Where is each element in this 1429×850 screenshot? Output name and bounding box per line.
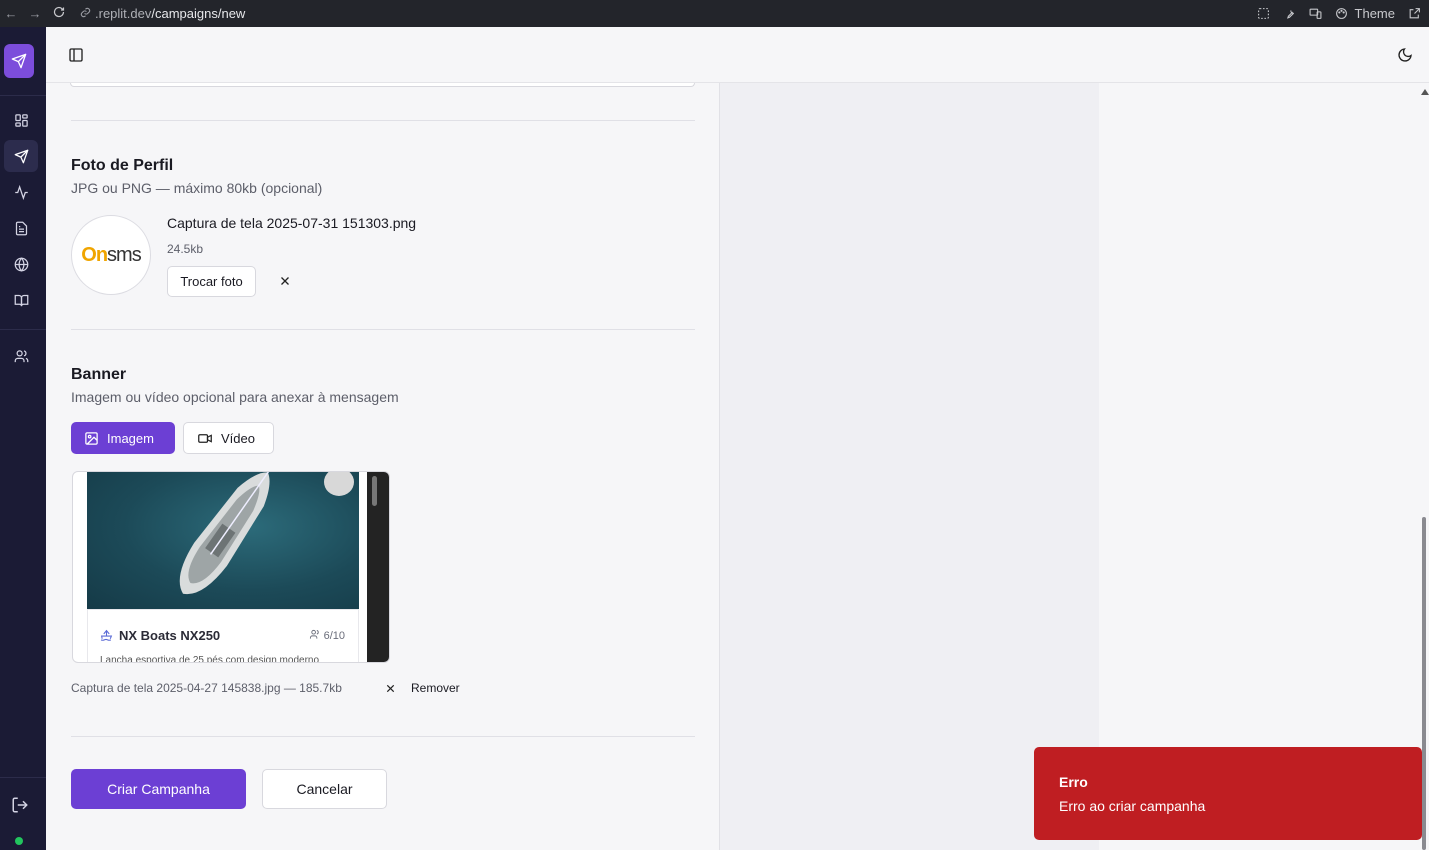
section-divider xyxy=(71,120,695,121)
profile-photo-title: Foto de Perfil xyxy=(71,157,174,174)
sidebar-item-documents[interactable] xyxy=(4,212,38,244)
remove-banner-button[interactable]: Remover xyxy=(411,681,460,695)
close-icon xyxy=(281,277,289,285)
sidebar xyxy=(0,27,46,850)
activity-icon xyxy=(14,184,28,200)
logout-button[interactable] xyxy=(6,793,34,817)
sidebar-divider xyxy=(0,329,46,330)
profile-photo-preview: Onsms xyxy=(71,215,151,295)
select-element-icon[interactable] xyxy=(1257,7,1271,21)
tab-image[interactable]: Imagem xyxy=(71,422,175,454)
message-textarea[interactable] xyxy=(70,83,695,87)
remove-banner-icon[interactable] xyxy=(385,681,396,698)
ship-icon xyxy=(100,629,113,641)
grid-icon xyxy=(14,113,28,127)
video-icon xyxy=(198,433,212,443)
browser-actions: Theme xyxy=(1257,0,1421,27)
tab-video[interactable]: Vídeo xyxy=(183,422,274,454)
sidebar-item-campaigns[interactable] xyxy=(4,140,38,172)
preview-scrollbar xyxy=(372,476,377,506)
top-header xyxy=(46,27,1429,83)
url-path: /campaigns/new xyxy=(151,6,246,21)
campaign-form-panel xyxy=(46,83,720,850)
scroll-thumb[interactable] xyxy=(1422,517,1426,850)
devices-icon[interactable] xyxy=(1309,7,1323,21)
profile-file-size: 24.5kb xyxy=(167,242,204,256)
tab-video-label: Vídeo xyxy=(221,430,255,446)
error-toast: Erro Erro ao criar campanha xyxy=(1034,747,1422,840)
url-domain: .replit.dev xyxy=(95,6,152,21)
cancel-button[interactable]: Cancelar xyxy=(262,769,387,809)
banner-photo xyxy=(87,472,359,609)
theme-toggle-button[interactable] xyxy=(1397,47,1413,63)
users-icon xyxy=(14,349,28,362)
profile-photo-subtitle: JPG ou PNG — máximo 80kb (opcional) xyxy=(71,180,323,196)
sidebar-item-activity[interactable] xyxy=(4,176,38,208)
back-icon[interactable]: ← xyxy=(4,6,18,21)
listing-description: Lancha esportiva de 25 pés com design mo… xyxy=(100,655,320,663)
listing-card: NX Boats NX250 6/10 Lancha esportiva de … xyxy=(87,609,359,663)
page-scrollbar[interactable] xyxy=(1417,83,1429,850)
online-status-dot xyxy=(15,837,23,845)
forward-icon[interactable]: → xyxy=(28,6,42,21)
file-text-icon xyxy=(15,221,27,235)
reload-icon[interactable] xyxy=(52,6,66,21)
boat-photo-icon xyxy=(179,472,275,595)
moon-icon xyxy=(1398,48,1412,62)
sidebar-item-dashboard[interactable] xyxy=(4,104,38,136)
listing-capacity: 6/10 xyxy=(309,629,345,642)
banner-image-preview: NX Boats NX250 6/10 Lancha esportiva de … xyxy=(72,471,390,663)
sidebar-item-users[interactable] xyxy=(4,340,38,372)
close-icon xyxy=(386,684,395,693)
sidebar-item-web[interactable] xyxy=(4,248,38,280)
listing-title: NX Boats NX250 xyxy=(119,628,221,643)
section-divider xyxy=(71,736,695,737)
onsms-logo: Onsms xyxy=(81,243,141,266)
banner-title: Banner xyxy=(71,366,127,383)
app-logo[interactable] xyxy=(4,44,34,78)
change-photo-button[interactable]: Trocar foto xyxy=(167,266,256,297)
preview-dark-edge xyxy=(367,472,389,662)
external-link-icon[interactable] xyxy=(1407,7,1421,21)
profile-file-name: Captura de tela 2025-07-31 151303.png xyxy=(167,215,417,231)
address-bar[interactable]: .replit.dev/campaigns/new xyxy=(80,6,245,21)
tab-image-label: Imagem xyxy=(107,430,154,446)
sidebar-toggle-button[interactable] xyxy=(68,47,84,63)
log-out-icon xyxy=(12,797,28,813)
banner-subtitle: Imagem ou vídeo opcional para anexar à m… xyxy=(71,389,399,405)
sidebar-divider xyxy=(0,777,46,778)
scroll-up-arrow[interactable] xyxy=(1421,89,1429,95)
send-icon xyxy=(14,149,28,163)
users-icon xyxy=(309,629,319,639)
section-divider xyxy=(71,329,695,330)
preview-column xyxy=(720,83,1099,850)
browser-nav: ← → xyxy=(0,6,66,21)
toast-message: Erro ao criar campanha xyxy=(1059,798,1206,814)
globe-icon xyxy=(14,256,28,272)
banner-file-info: Captura de tela 2025-04-27 145838.jpg — … xyxy=(71,681,342,695)
create-campaign-button[interactable]: Criar Campanha xyxy=(71,769,246,809)
image-icon xyxy=(85,431,98,445)
remove-photo-button[interactable] xyxy=(278,274,292,288)
send-icon xyxy=(11,53,27,69)
sidebar-divider xyxy=(0,95,46,96)
palette-icon[interactable] xyxy=(1335,7,1349,21)
theme-label[interactable]: Theme xyxy=(1355,6,1395,21)
toast-title: Erro xyxy=(1059,774,1088,790)
wrench-icon[interactable] xyxy=(1283,7,1297,21)
sidebar-item-docs[interactable] xyxy=(4,284,38,316)
browser-toolbar: ← → .replit.dev/campaigns/new Theme xyxy=(0,0,1429,27)
right-column xyxy=(1099,83,1417,850)
link-icon xyxy=(80,6,91,21)
book-open-icon xyxy=(14,294,28,306)
panel-left-icon xyxy=(69,48,83,62)
